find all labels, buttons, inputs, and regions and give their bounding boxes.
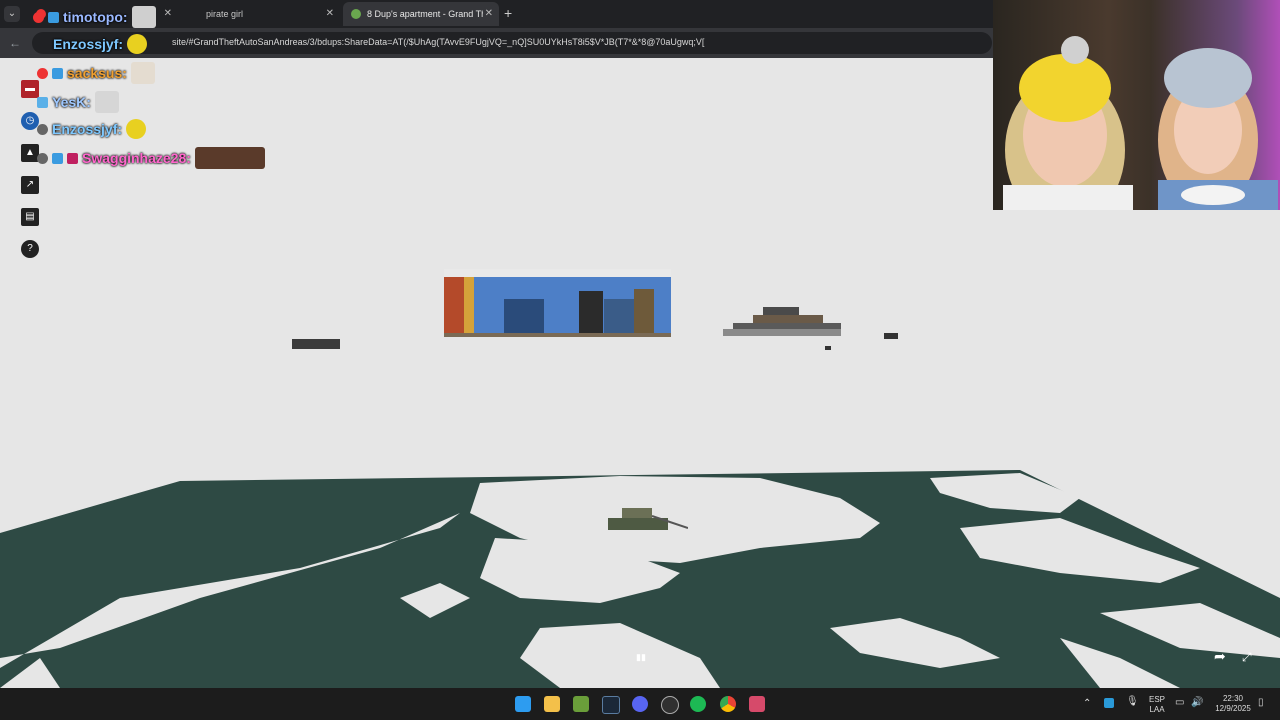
chat-username: Enzossjyf: (52, 121, 123, 137)
emote-icon (94, 91, 119, 113)
chat-badge-icon (37, 152, 48, 164)
emote-icon (127, 34, 148, 54)
chat-message: sacksus: (37, 62, 155, 84)
chat-message: YesK: (37, 91, 119, 113)
chat-username: Swagginhaze28: (82, 150, 191, 166)
steam-icon[interactable] (602, 696, 620, 714)
notification-icon[interactable]: ▯ (1258, 698, 1264, 708)
apartment-interior-model[interactable] (444, 269, 671, 339)
discord-icon[interactable] (632, 696, 648, 712)
chart-icon[interactable]: ↗ (21, 176, 39, 194)
chat-badge-icon (33, 11, 44, 23)
chrome-icon[interactable] (720, 696, 736, 712)
webcam-overlay (993, 0, 1280, 210)
building-model[interactable] (723, 307, 841, 337)
close-icon[interactable]: ✕ (326, 8, 334, 19)
network-icon[interactable]: ▭ (1175, 698, 1184, 708)
small-object-model[interactable] (825, 346, 831, 350)
volume-icon[interactable]: 🔊 (1191, 698, 1203, 708)
clapperboard-icon[interactable]: ▤ (21, 208, 39, 226)
file-explorer-icon[interactable] (544, 696, 560, 712)
chat-badge-icon (37, 123, 48, 135)
chat-username: sacksus: (67, 65, 127, 81)
fullscreen-icon[interactable]: ⤢ (1242, 650, 1252, 665)
chat-message: timotopo: (33, 6, 156, 28)
chevron-down-icon: ⌄ (7, 8, 17, 19)
small-object-model[interactable] (884, 333, 898, 339)
close-icon[interactable]: ✕ (164, 8, 172, 19)
chat-badge-icon (37, 96, 48, 108)
clock-time: 22:30 (1222, 694, 1244, 703)
tab-favicon (351, 9, 361, 19)
building-model-shape (723, 307, 841, 336)
obs-icon[interactable] (661, 696, 679, 714)
microphone-icon[interactable]: 🎙 (1126, 697, 1139, 707)
chat-message: Enzossjyf: (53, 34, 148, 54)
windows-start-icon[interactable] (515, 696, 531, 712)
tab-title: 8 Dup's apartment - Grand The (367, 9, 483, 19)
chevron-up-icon[interactable]: ⌃ (1083, 699, 1091, 709)
chat-username: YesK: (52, 94, 91, 110)
share-icon[interactable]: ➦ (1214, 648, 1226, 665)
chat-badge-icon (67, 152, 78, 164)
chat-badge-icon (48, 11, 59, 23)
url-text: site/#GrandTheftAutoSanAndreas/3/bdups:S… (172, 37, 705, 47)
webcam-scene (1003, 36, 1278, 210)
tab-2[interactable]: pirate girl ✕ (190, 2, 340, 26)
app-icon[interactable] (749, 696, 765, 712)
clock[interactable]: 22:30 12/9/2025 (1212, 694, 1254, 714)
new-tab-button[interactable]: + (504, 6, 512, 20)
chat-message: Enzossjyf: (37, 119, 147, 139)
chat-username: timotopo: (63, 9, 128, 25)
close-icon[interactable]: ✕ (485, 8, 493, 19)
address-bar[interactable]: site/#GrandTheftAutoSanAndreas/3/bdups:S… (32, 32, 992, 54)
arrow-left-icon[interactable]: ← (9, 36, 21, 50)
emote-icon (130, 62, 155, 84)
windows-taskbar: ⌃ 🎙 ESP LAA ▭ 🔊 22:30 12/9/2025 ▯ (0, 688, 1280, 720)
spotify-icon[interactable] (690, 696, 706, 712)
emote-icon (126, 119, 147, 139)
chat-badge-icon (52, 152, 63, 164)
tab-3[interactable]: 8 Dup's apartment - Grand The ✕ (343, 2, 499, 26)
keyboard-layout: LAA (1149, 705, 1165, 714)
pause-icon[interactable]: ▮▮ (636, 652, 646, 663)
chat-message: Swagginhaze28: (37, 147, 265, 169)
emote-icon (131, 6, 156, 28)
language-indicator[interactable]: ESP LAA (1148, 695, 1166, 715)
vehicle-model-shape (608, 508, 689, 530)
chat-badge-icon (52, 67, 63, 79)
help-icon[interactable]: ? (21, 240, 39, 258)
emote-icon (194, 147, 265, 169)
small-object-model[interactable] (292, 339, 340, 349)
security-icon[interactable] (1104, 698, 1114, 708)
chat-username: Enzossjyf: (53, 36, 124, 52)
tab-search-button[interactable]: ⌄ (4, 6, 20, 22)
clock-date: 12/9/2025 (1215, 704, 1251, 713)
vehicle-model[interactable] (608, 508, 689, 534)
tab-title: pirate girl (206, 9, 244, 19)
chat-badge-icon (37, 67, 48, 79)
minecraft-icon[interactable] (573, 696, 589, 712)
language-code: ESP (1148, 695, 1165, 704)
